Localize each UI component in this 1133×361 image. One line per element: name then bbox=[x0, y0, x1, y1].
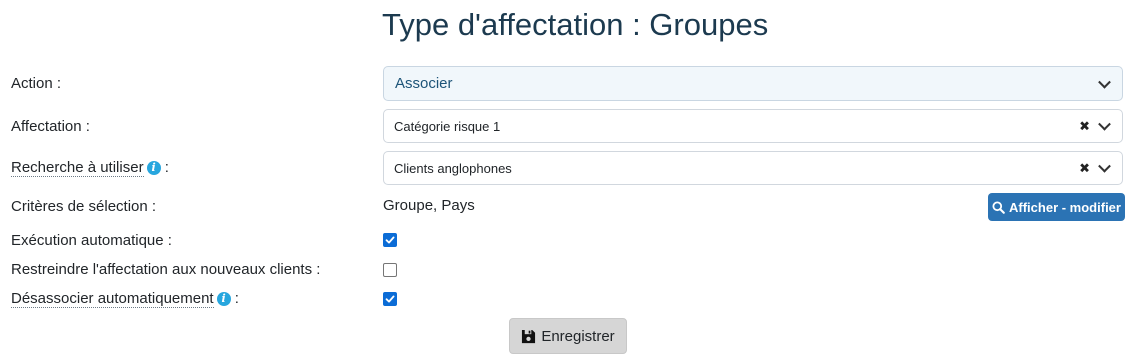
affectation-select[interactable]: Catégorie risque 1 ✖ bbox=[383, 109, 1123, 143]
recherche-select[interactable]: Clients anglophones ✖ bbox=[383, 151, 1123, 185]
save-label: Enregistrer bbox=[541, 327, 615, 345]
checkmark-icon bbox=[385, 236, 395, 244]
save-button[interactable]: Enregistrer bbox=[509, 318, 627, 354]
desassocier-label-text: Désassocier automatiquement bbox=[11, 290, 214, 308]
action-select[interactable]: Associer bbox=[383, 66, 1123, 101]
criteres-label: Critères de sélection : bbox=[11, 198, 157, 215]
label-suffix: : bbox=[230, 290, 239, 307]
checkmark-icon bbox=[385, 295, 395, 303]
chevron-down-icon bbox=[1098, 75, 1111, 89]
action-label: Action : bbox=[11, 75, 62, 92]
afficher-modifier-button[interactable]: Afficher - modifier bbox=[988, 193, 1125, 221]
restreindre-checkbox[interactable] bbox=[383, 263, 397, 277]
affectation-label: Affectation : bbox=[11, 118, 90, 135]
label-suffix: : bbox=[160, 159, 169, 176]
affectation-select-value: Catégorie risque 1 bbox=[394, 118, 501, 134]
action-select-value: Associer bbox=[395, 75, 453, 92]
recherche-label: Recherche à utiliser i : bbox=[11, 158, 169, 178]
execution-label: Exécution automatique : bbox=[11, 232, 172, 249]
chevron-down-icon bbox=[1098, 117, 1111, 131]
desassocier-checkbox[interactable] bbox=[383, 292, 397, 306]
info-icon[interactable]: i bbox=[146, 161, 161, 175]
floppy-disk-icon bbox=[522, 329, 536, 343]
info-icon[interactable]: i bbox=[216, 292, 231, 306]
afficher-modifier-label: Afficher - modifier bbox=[1009, 199, 1121, 215]
criteres-value: Groupe, Pays bbox=[383, 197, 475, 214]
recherche-label-text: Recherche à utiliser bbox=[11, 159, 144, 177]
page-title: Type d'affectation : Groupes bbox=[382, 7, 769, 42]
chevron-down-icon bbox=[1098, 159, 1111, 173]
execution-checkbox[interactable] bbox=[383, 233, 397, 247]
search-icon bbox=[992, 200, 1005, 214]
recherche-select-value: Clients anglophones bbox=[394, 160, 512, 176]
desassocier-label: Désassocier automatiquement i : bbox=[11, 289, 239, 309]
clear-icon[interactable]: ✖ bbox=[1079, 120, 1090, 133]
restreindre-label: Restreindre l'affectation aux nouveaux c… bbox=[11, 261, 321, 278]
clear-icon[interactable]: ✖ bbox=[1079, 162, 1090, 175]
